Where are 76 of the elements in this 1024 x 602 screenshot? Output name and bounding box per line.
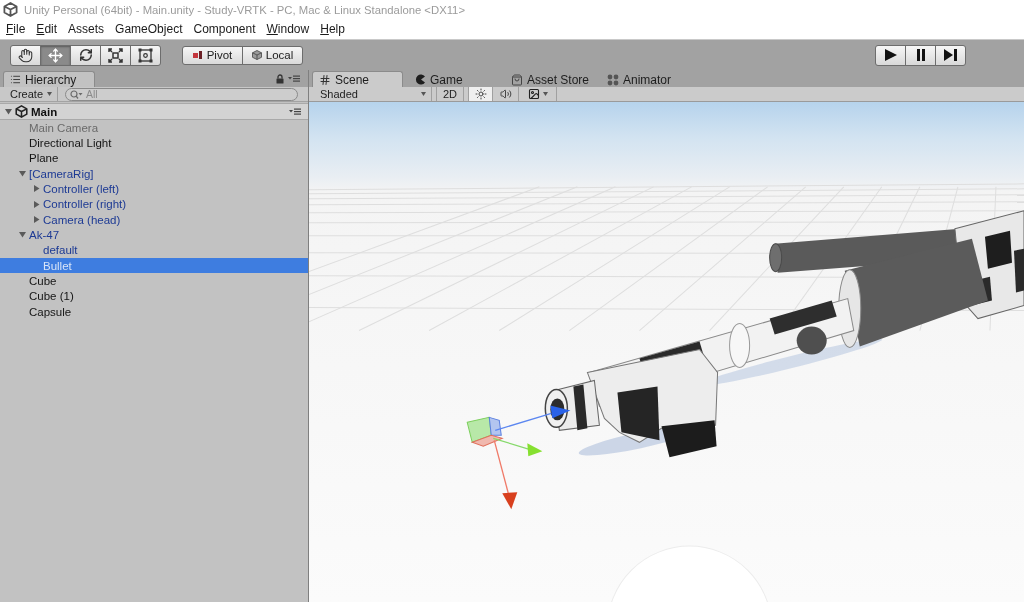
pie-icon	[415, 74, 426, 85]
scale-icon	[108, 47, 123, 63]
menu-item[interactable]: Component	[193, 22, 256, 36]
panel-tab[interactable]: Animator	[600, 71, 691, 87]
rect-tool-icon	[138, 47, 153, 63]
search-field[interactable]: All	[65, 87, 299, 101]
panel-tab[interactable]: Game	[408, 71, 499, 87]
caret-icon[interactable]	[33, 216, 40, 224]
menu-icon[interactable]	[289, 108, 301, 115]
caret-icon	[47, 92, 53, 96]
toggle-button[interactable]	[468, 87, 493, 101]
hand-icon	[18, 47, 33, 63]
sun-icon	[474, 88, 487, 100]
window-title: Unity Personal (64bit) - Main.unity - Study-VRTK - PC, Mac & Linux Standalone <DX11>	[24, 3, 465, 16]
local-button[interactable]: Local	[242, 45, 303, 65]
menu-item[interactable]: GameObject	[115, 22, 183, 36]
hierarchy-item[interactable]: default	[0, 242, 308, 258]
caret-icon[interactable]	[33, 185, 40, 193]
rotate-tool-button[interactable]	[70, 44, 101, 66]
cube-logo-icon	[15, 105, 28, 118]
cube-logo-icon	[3, 2, 18, 17]
speaker-icon	[500, 88, 512, 100]
play-button[interactable]	[875, 44, 906, 66]
menu-icon[interactable]	[288, 75, 300, 82]
view-2d-button[interactable]: 2D	[436, 87, 464, 101]
circles-icon	[607, 73, 619, 86]
hierarchy-item[interactable]: Cube (1)	[0, 288, 308, 304]
gizmo-axis-arrow[interactable]	[494, 405, 571, 431]
caret-icon	[543, 92, 548, 96]
caret-icon[interactable]	[5, 108, 12, 115]
scale-tool-button[interactable]	[100, 44, 131, 66]
pivot-button[interactable]: Pivot	[182, 45, 243, 65]
list-icon	[10, 74, 21, 85]
scene-name: Main	[31, 105, 58, 118]
menu-item[interactable]: Window	[266, 22, 310, 36]
scene-header[interactable]: Main	[0, 103, 308, 120]
rect-tool-button[interactable]	[130, 44, 161, 66]
hierarchy-item[interactable]: Directional Light	[0, 135, 308, 151]
menu-item[interactable]: Edit	[36, 22, 58, 36]
hash-icon	[319, 73, 331, 86]
hierarchy-item[interactable]: Ak-47	[0, 227, 308, 243]
hierarchy-item[interactable]: [CameraRig]	[0, 166, 308, 182]
bag-icon	[511, 73, 523, 86]
pause-icon	[916, 49, 925, 61]
caret-icon	[421, 92, 426, 96]
shading-dropdown[interactable]: Shaded	[314, 87, 432, 101]
pause-button[interactable]	[905, 44, 936, 66]
hierarchy-item[interactable]: Camera (head)	[0, 211, 308, 228]
hierarchy-item[interactable]: Plane	[0, 150, 308, 166]
lock-icon[interactable]	[276, 73, 284, 84]
menu-item[interactable]: Help	[320, 22, 345, 36]
step-button[interactable]	[935, 44, 966, 66]
move-arrows-icon	[48, 47, 63, 63]
hierarchy-tab[interactable]: Hierarchy	[3, 71, 95, 87]
panel-tab[interactable]: Asset Store	[504, 71, 595, 87]
squares-icon	[192, 51, 203, 59]
hierarchy-item[interactable]: Cube	[0, 273, 308, 289]
menu-item[interactable]: File	[6, 22, 26, 36]
panel-tab[interactable]: Scene	[312, 71, 403, 87]
caret-icon[interactable]	[19, 170, 26, 178]
hierarchy-item[interactable]: Capsule	[0, 303, 308, 320]
caret-icon[interactable]	[19, 231, 26, 239]
move-tool-button[interactable]	[40, 44, 71, 66]
hierarchy-item[interactable]: Controller (left)	[0, 181, 308, 197]
step-forward-icon	[944, 49, 957, 61]
create-button[interactable]: Create	[4, 87, 59, 101]
gizmo-cube[interactable]	[466, 416, 503, 447]
hierarchy-item[interactable]: Controller (right)	[0, 196, 308, 212]
caret-icon[interactable]	[33, 200, 40, 208]
play-icon	[884, 49, 897, 61]
rotate-icon	[78, 48, 93, 62]
menu-item[interactable]: Assets	[68, 22, 105, 36]
search-icon	[70, 89, 84, 99]
hand-tool-button[interactable]	[10, 44, 41, 66]
image-icon	[528, 88, 540, 100]
cube-icon	[251, 50, 262, 60]
